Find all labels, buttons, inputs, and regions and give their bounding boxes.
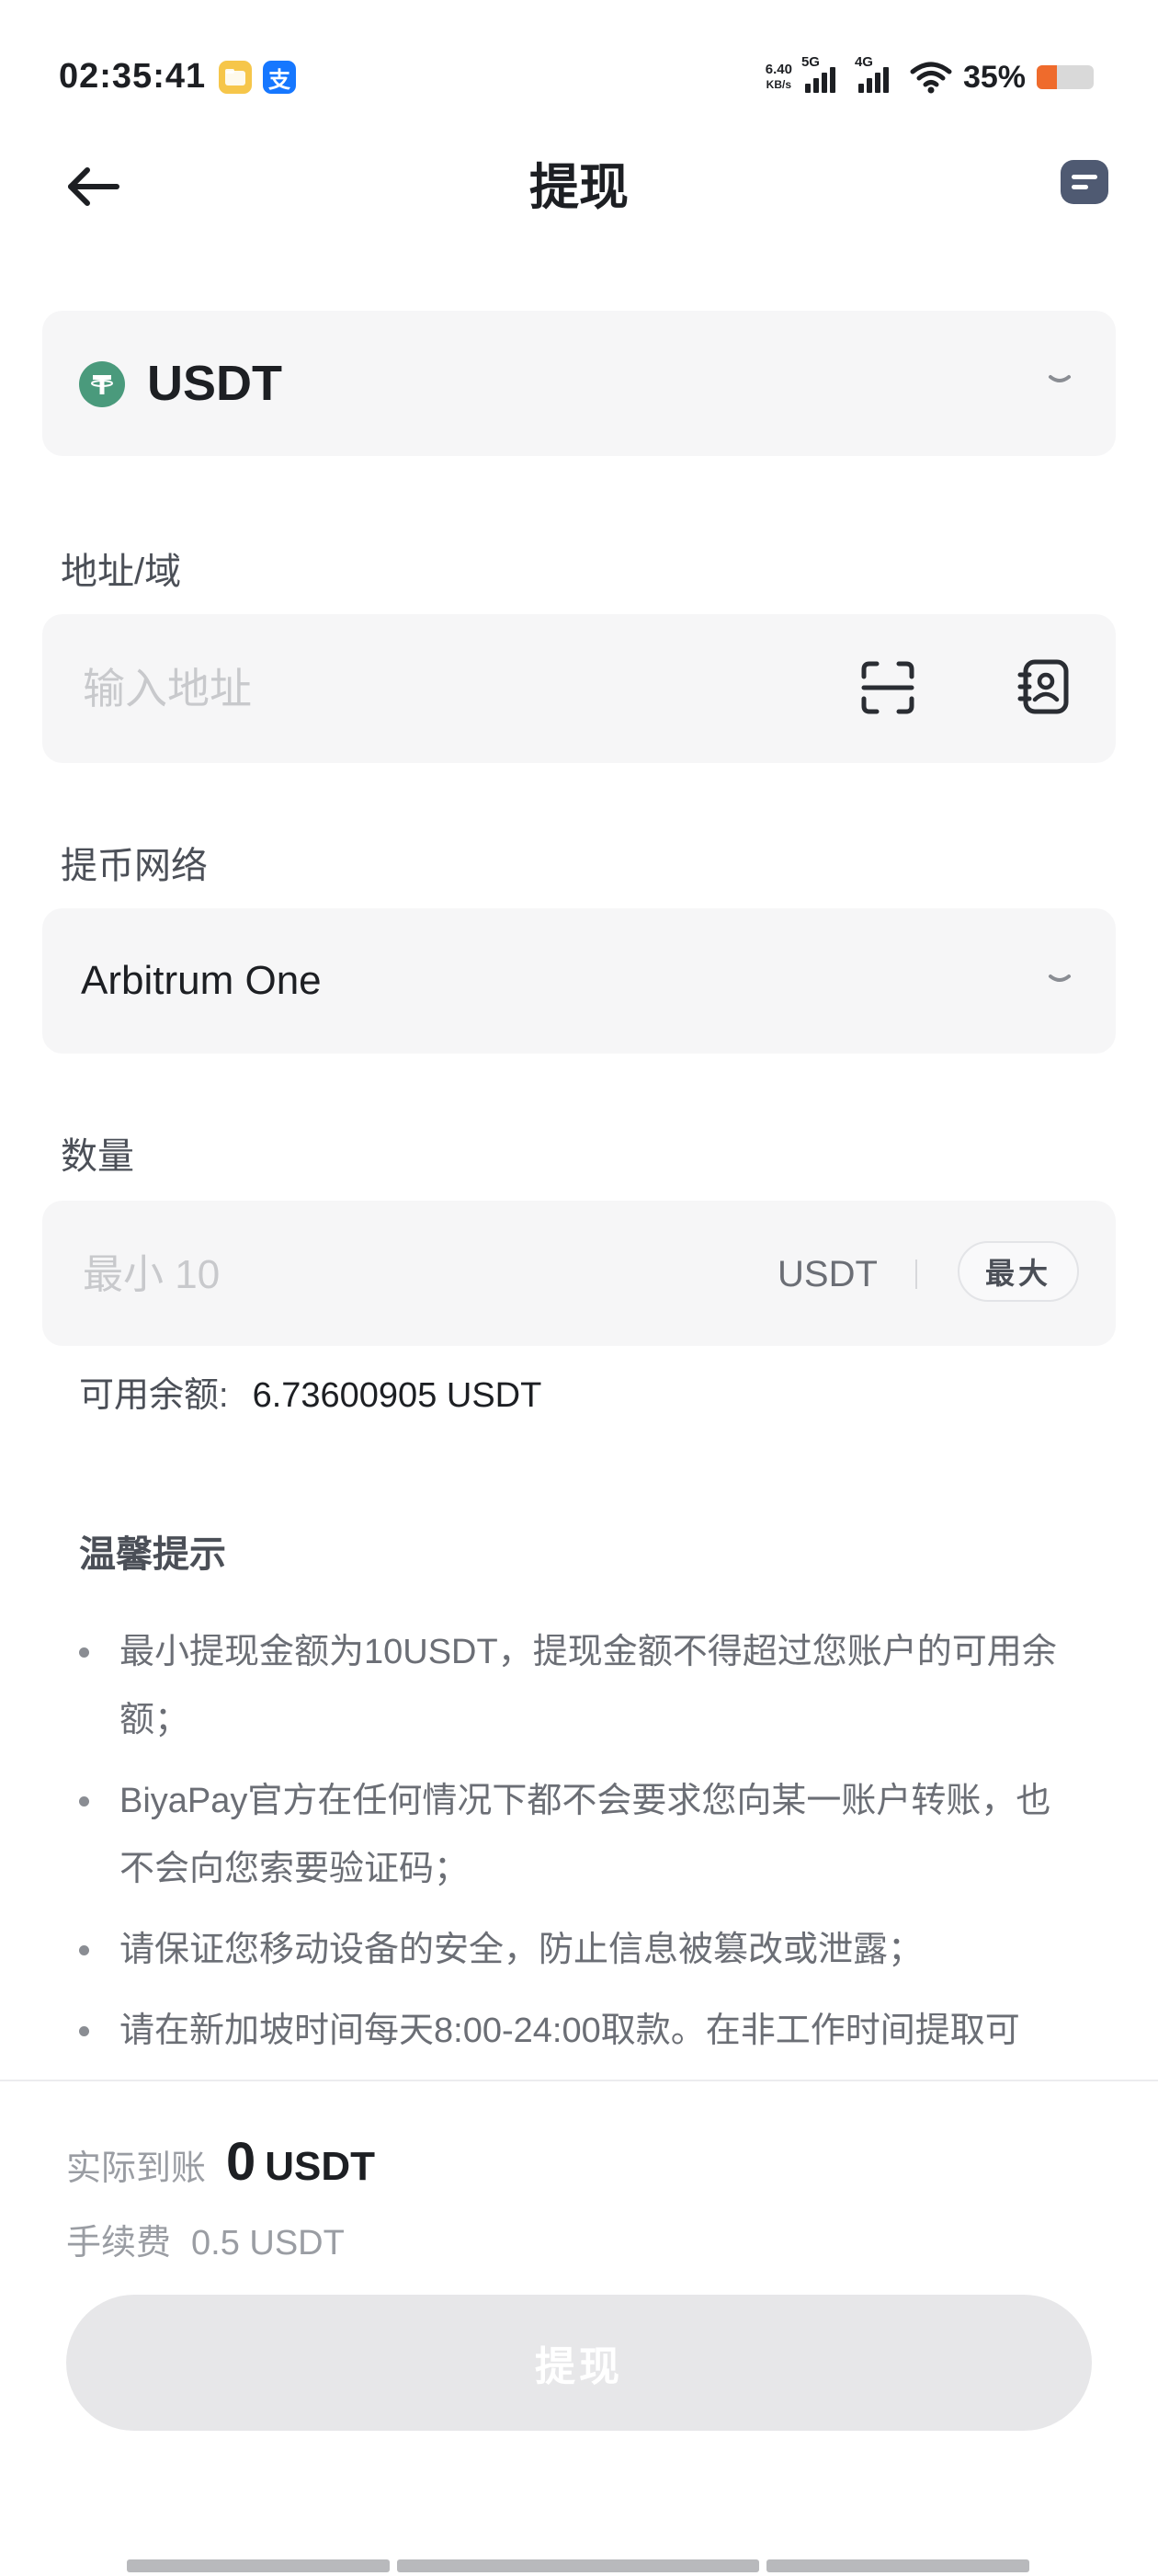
battery-icon: [1037, 65, 1094, 89]
status-indicators: 6.40 KB/s 5G 4G 35%: [766, 54, 1094, 97]
amount-unit: USDT: [778, 1254, 878, 1294]
coin-selector[interactable]: USDT: [42, 311, 1116, 456]
coin-name: USDT: [147, 356, 282, 411]
address-book-button[interactable]: [1016, 658, 1072, 715]
network-speed: 6.40 KB/s: [766, 63, 792, 92]
network-label: 提币网络: [61, 846, 208, 886]
tip-item: BiyaPay官方在任何情况下都不会要求您向某一账户转账，也不会向您索要验证码；: [79, 1767, 1072, 1903]
page-header: 提现: [0, 138, 1158, 239]
status-bar: 02:35:41 支 6.40 KB/s 5G 4G 35%: [0, 0, 1158, 154]
network-speed-value: 6.40: [765, 62, 792, 77]
tip-item: 最小提现金额为10USDT，提现金额不得超过您账户的可用余额；: [79, 1618, 1072, 1754]
battery-percent: 35%: [962, 59, 1026, 95]
chevron-down-icon: [1049, 375, 1071, 382]
address-field: [42, 614, 1116, 763]
status-time: 02:35:41: [59, 57, 207, 96]
usdt-logo-icon: [79, 361, 125, 407]
scan-qr-button[interactable]: [860, 660, 915, 715]
signal-5g-icon: 5G: [801, 54, 846, 93]
withdraw-footer: 实际到账 0 USDT 手续费 0.5 USDT 提现: [0, 2080, 1158, 2576]
files-app-icon: [219, 61, 252, 94]
signal-5g-label: 5G: [800, 54, 820, 70]
withdraw-submit-button[interactable]: 提现: [66, 2295, 1092, 2431]
battery-fill: [1037, 65, 1057, 89]
available-balance: 可用余额: 6.73600905 USDT: [79, 1372, 541, 1419]
receive-amount-row: 实际到账 0 USDT: [66, 2131, 375, 2193]
tip-item: 请保证您移动设备的安全，防止信息被篡改或泄露；: [79, 1916, 1072, 1984]
system-nav-bar: [127, 2559, 1029, 2572]
tether-icon: [91, 375, 113, 394]
tips-list: 最小提现金额为10USDT，提现金额不得超过您账户的可用余额； BiyaPay官…: [79, 1618, 1072, 2078]
amount-input[interactable]: [81, 1237, 728, 1313]
amount-label: 数量: [61, 1136, 134, 1177]
fee-row: 手续费 0.5 USDT: [66, 2214, 345, 2264]
signal-4g-label: 4G: [854, 54, 873, 70]
available-balance-value: 6.73600905 USDT: [252, 1376, 542, 1415]
alipay-app-icon: 支: [263, 61, 296, 94]
scan-icon: [861, 661, 914, 714]
network-speed-unit: KB/s: [766, 78, 791, 91]
withdraw-records-button[interactable]: [1057, 154, 1112, 210]
amount-divider: [915, 1260, 917, 1289]
address-label: 地址/域: [61, 552, 182, 592]
chevron-down-icon: [1049, 975, 1071, 982]
fee-label: 手续费: [66, 2224, 172, 2263]
address-book-icon: [1017, 659, 1069, 714]
fee-value: 0.5 USDT: [191, 2224, 345, 2263]
available-balance-label: 可用余额:: [79, 1376, 229, 1415]
network-value: Arbitrum One: [81, 958, 322, 1003]
receive-unit: USDT: [265, 2144, 376, 2189]
tip-item: 请在新加坡时间每天8:00-24:00取款。在非工作时间提取可: [79, 1997, 1072, 2065]
receive-amount: 0: [226, 2132, 256, 2192]
record-list-icon: [1061, 160, 1108, 204]
wifi-icon: [910, 62, 952, 94]
address-input[interactable]: [81, 651, 838, 726]
tips-title: 温馨提示: [79, 1534, 226, 1575]
signal-4g-icon: 4G: [855, 54, 899, 93]
page-title: 提现: [529, 160, 629, 215]
amount-field: USDT 最大: [42, 1201, 1116, 1346]
max-button[interactable]: 最大: [958, 1241, 1079, 1302]
network-selector[interactable]: Arbitrum One: [42, 908, 1116, 1054]
receive-label: 实际到账: [66, 2149, 207, 2188]
